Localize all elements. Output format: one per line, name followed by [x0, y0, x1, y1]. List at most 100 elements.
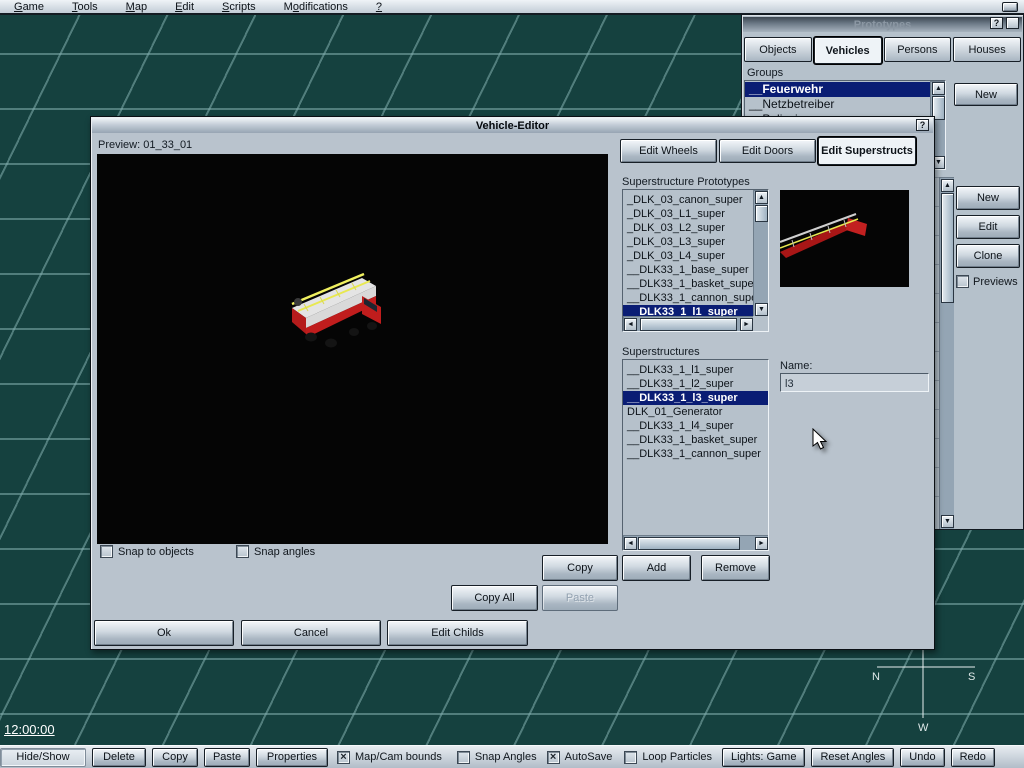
- superstructure-prototype-item[interactable]: _DLK_03_canon_super: [623, 193, 753, 207]
- toolbar-map-cam-bounds-checkbox[interactable]: ×: [337, 751, 350, 764]
- toolbar-lights-game-button[interactable]: Lights: Game: [722, 748, 805, 767]
- toolbar-loop-particles-checkbox[interactable]: [624, 751, 637, 764]
- proto-hscrollbar-thumb[interactable]: [640, 318, 737, 331]
- superstructure-prototype-item[interactable]: _DLK_03_L1_super: [623, 207, 753, 221]
- superstructure-item[interactable]: __DLK33_1_l1_super: [623, 363, 768, 377]
- panel-collapse-button[interactable]: [1006, 17, 1019, 29]
- superstructure-prototype-item[interactable]: __DLK33_1_l1_super: [623, 305, 753, 316]
- menu-bar: Game Tools Map Edit Scripts Modifications?: [0, 0, 1024, 15]
- scroll-right-icon[interactable]: ►: [755, 537, 768, 550]
- tab-houses[interactable]: Houses: [953, 37, 1021, 62]
- scroll-down-icon[interactable]: ▼: [941, 515, 954, 528]
- prototype-edit-button[interactable]: Edit: [956, 215, 1020, 239]
- toolbar-map-cam-bounds-row: ×Map/Cam bounds: [337, 751, 442, 764]
- superstructure-item[interactable]: __DLK33_1_l2_super: [623, 377, 768, 391]
- proto-vscrollbar[interactable]: ▲ ▼: [753, 190, 768, 316]
- preview-label: Preview: 01_33_01: [98, 139, 192, 151]
- superstructure-prototype-item[interactable]: __DLK33_1_basket_super: [623, 277, 753, 291]
- superstructure-item[interactable]: DLK_01_Generator: [623, 405, 768, 419]
- name-input[interactable]: [780, 373, 929, 392]
- snap-to-objects-checkbox[interactable]: [100, 545, 113, 558]
- remove-button[interactable]: Remove: [701, 555, 770, 581]
- superstructure-prototype-item[interactable]: __DLK33_1_base_super: [623, 263, 753, 277]
- prototype-new-button[interactable]: New: [956, 186, 1020, 210]
- superstructure-item[interactable]: __DLK33_1_basket_super: [623, 433, 768, 447]
- toolbar-properties-button[interactable]: Properties: [256, 748, 328, 767]
- toolbar-delete-button[interactable]: Delete: [92, 748, 146, 767]
- group-item[interactable]: __Feuerwehr: [745, 82, 930, 97]
- superstructure-prototypes-rows: _DLK_03_canon_super_DLK_03_L1_super_DLK_…: [623, 190, 753, 316]
- snap-to-objects-row: Snap to objects: [100, 545, 194, 558]
- toolbar-hide-show-button[interactable]: Hide/Show: [0, 748, 86, 767]
- menu-game[interactable]: Game: [14, 1, 44, 13]
- toolbar-snap-angles-checkbox[interactable]: [457, 751, 470, 764]
- superstructure-prototypes-list[interactable]: _DLK_03_canon_super_DLK_03_L1_super_DLK_…: [622, 189, 769, 332]
- copy-all-button[interactable]: Copy All: [451, 585, 538, 611]
- vehicle-editor-titlebar[interactable]: Vehicle-Editor: [92, 118, 933, 133]
- fire-truck-preview: [284, 266, 399, 358]
- add-button[interactable]: Add: [622, 555, 691, 581]
- super-hscrollbar[interactable]: ◄ ►: [623, 535, 768, 550]
- scroll-up-icon[interactable]: ▲: [941, 179, 954, 192]
- superstructures-rows: __DLK33_1_l1_super__DLK33_1_l2_super__DL…: [623, 360, 768, 535]
- tab-persons[interactable]: Persons: [884, 37, 952, 62]
- toolbar-redo-button[interactable]: Redo: [951, 748, 995, 767]
- scroll-down-icon[interactable]: ▼: [755, 303, 768, 316]
- menubar-corner-button[interactable]: [1002, 2, 1018, 12]
- tab-vehicles[interactable]: Vehicles: [814, 37, 882, 64]
- panel-help-button[interactable]: ?: [990, 17, 1003, 29]
- scroll-left-icon[interactable]: ◄: [624, 537, 637, 550]
- prototype-clone-button[interactable]: Clone: [956, 244, 1020, 268]
- cancel-button[interactable]: Cancel: [241, 620, 381, 646]
- toolbar-autosave-checkbox[interactable]: ×: [547, 751, 560, 764]
- prototypes-panel-titlebar[interactable]: Prototypes: [743, 17, 1022, 32]
- menu-tools[interactable]: Tools: [72, 1, 98, 13]
- superstructure-item[interactable]: __DLK33_1_cannon_super: [623, 447, 768, 461]
- dialog-help-button[interactable]: ?: [916, 119, 929, 131]
- previews-checkbox[interactable]: [956, 275, 969, 288]
- toolbar-paste-button[interactable]: Paste: [204, 748, 250, 767]
- menu-map[interactable]: Map: [126, 1, 147, 13]
- prototype-list-scrollbar[interactable]: ▲ ▼: [939, 177, 954, 529]
- toolbar-copy-button[interactable]: Copy: [152, 748, 198, 767]
- proto-vscrollbar-thumb[interactable]: [755, 205, 768, 222]
- superstructure-prototype-item[interactable]: _DLK_03_L2_super: [623, 221, 753, 235]
- paste-button[interactable]: Paste: [542, 585, 618, 611]
- copy-button[interactable]: Copy: [542, 555, 618, 581]
- vehicle-preview-viewport[interactable]: [97, 154, 608, 544]
- snap-angles-checkbox[interactable]: [236, 545, 249, 558]
- ladder-thumbnail: [780, 190, 909, 287]
- superstructure-prototype-item[interactable]: _DLK_03_L3_super: [623, 235, 753, 249]
- superstructure-item[interactable]: __DLK33_1_l3_super: [623, 391, 768, 405]
- scroll-up-icon[interactable]: ▲: [755, 191, 768, 204]
- superstructure-prototype-item[interactable]: _DLK_03_L4_super: [623, 249, 753, 263]
- vehicle-editor-dialog: Vehicle-Editor ? Preview: 01_33_01: [90, 116, 935, 650]
- tab-objects[interactable]: Objects: [744, 37, 812, 62]
- super-hscrollbar-thumb[interactable]: [638, 537, 740, 550]
- menu-help[interactable]: ?: [376, 1, 382, 13]
- group-new-button[interactable]: New: [954, 83, 1018, 106]
- edit-wheels-button[interactable]: Edit Wheels: [620, 139, 717, 163]
- menu-edit[interactable]: Edit: [175, 1, 194, 13]
- prototype-list-scrollbar-thumb[interactable]: [941, 193, 954, 303]
- toolbar-snap-angles-label: Snap Angles: [475, 751, 537, 763]
- compass: N S W: [860, 640, 990, 740]
- scroll-right-icon[interactable]: ►: [740, 318, 753, 331]
- toolbar-undo-button[interactable]: Undo: [900, 748, 944, 767]
- menu-modifications[interactable]: Modifications: [284, 1, 348, 13]
- ok-button[interactable]: Ok: [94, 620, 234, 646]
- edit-superstructs-button[interactable]: Edit Superstructs: [818, 137, 916, 165]
- menu-scripts[interactable]: Scripts: [222, 1, 256, 13]
- edit-doors-button[interactable]: Edit Doors: [719, 139, 816, 163]
- editor-root: N S W 12:00:00 GameToolsMapEditScriptsMo…: [0, 0, 1024, 768]
- superstructure-item[interactable]: __DLK33_1_l4_super: [623, 419, 768, 433]
- proto-hscrollbar[interactable]: ◄ ►: [623, 316, 753, 331]
- superstructure-thumbnail: [780, 190, 909, 287]
- scroll-up-icon[interactable]: ▲: [932, 82, 945, 95]
- scroll-left-icon[interactable]: ◄: [624, 318, 637, 331]
- superstructure-prototype-item[interactable]: __DLK33_1_cannon_super: [623, 291, 753, 305]
- superstructures-list[interactable]: __DLK33_1_l1_super__DLK33_1_l2_super__DL…: [622, 359, 769, 551]
- toolbar-reset-angles-button[interactable]: Reset Angles: [811, 748, 894, 767]
- edit-childs-button[interactable]: Edit Childs: [387, 620, 528, 646]
- group-item[interactable]: __Netzbetreiber: [745, 97, 930, 112]
